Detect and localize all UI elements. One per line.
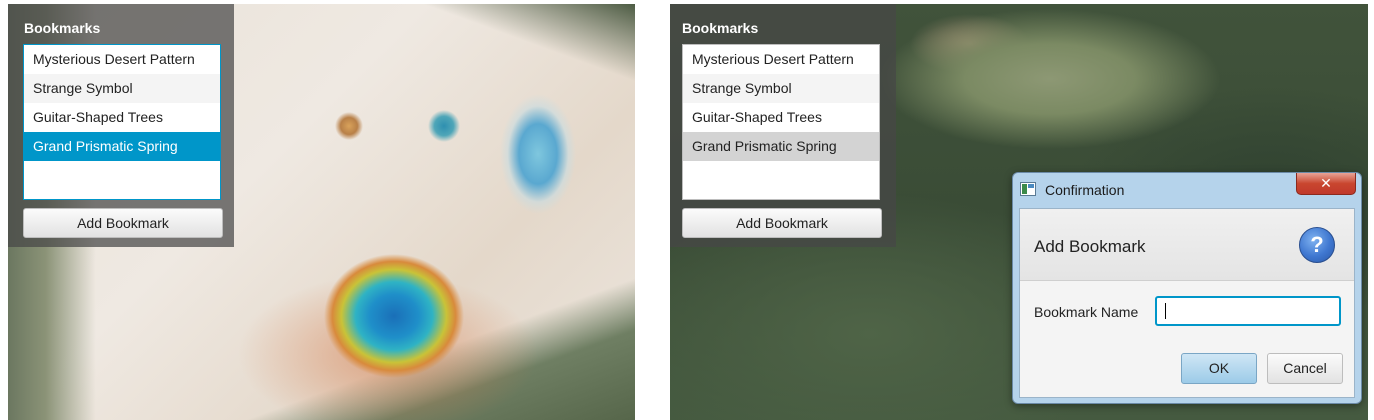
dialog-title: Confirmation xyxy=(1045,182,1125,198)
bookmark-item[interactable]: Mysterious Desert Pattern xyxy=(24,45,220,74)
confirmation-dialog: Confirmation ✕ Add Bookmark ? Bookmark N… xyxy=(1012,172,1362,404)
bookmark-item-selected[interactable]: Grand Prismatic Spring xyxy=(24,132,220,161)
bookmark-item[interactable]: Guitar-Shaped Trees xyxy=(24,103,220,132)
bookmark-name-input[interactable] xyxy=(1155,296,1341,326)
add-bookmark-button[interactable]: Add Bookmark xyxy=(682,208,882,238)
dialog-heading: Add Bookmark xyxy=(1034,237,1146,256)
text-caret xyxy=(1165,303,1166,319)
bookmark-item[interactable]: Strange Symbol xyxy=(683,74,879,103)
satellite-map-view-left[interactable]: Bookmarks Mysterious Desert Pattern Stra… xyxy=(8,4,635,420)
bookmark-list[interactable]: Mysterious Desert Pattern Strange Symbol… xyxy=(682,44,880,200)
bookmark-item[interactable]: Strange Symbol xyxy=(24,74,220,103)
dialog-content: Add Bookmark ? Bookmark Name OK Cancel xyxy=(1019,208,1355,398)
bookmark-item[interactable]: Mysterious Desert Pattern xyxy=(683,45,879,74)
bookmark-list[interactable]: Mysterious Desert Pattern Strange Symbol… xyxy=(23,44,221,200)
window-app-icon xyxy=(1020,182,1036,196)
bookmarks-panel: Bookmarks Mysterious Desert Pattern Stra… xyxy=(8,4,234,247)
bookmark-name-label: Bookmark Name xyxy=(1034,304,1139,320)
panel-title: Bookmarks xyxy=(682,20,759,36)
dialog-header: Add Bookmark ? xyxy=(1020,209,1354,281)
panel-title: Bookmarks xyxy=(24,20,101,36)
cancel-button[interactable]: Cancel xyxy=(1267,353,1343,384)
bookmark-item[interactable]: Guitar-Shaped Trees xyxy=(683,103,879,132)
help-icon: ? xyxy=(1299,227,1335,263)
add-bookmark-button[interactable]: Add Bookmark xyxy=(23,208,223,238)
bookmark-item-selected[interactable]: Grand Prismatic Spring xyxy=(683,132,879,161)
close-icon[interactable]: ✕ xyxy=(1296,173,1356,195)
ok-button[interactable]: OK xyxy=(1181,353,1257,384)
bookmarks-panel: Bookmarks Mysterious Desert Pattern Stra… xyxy=(670,4,896,247)
